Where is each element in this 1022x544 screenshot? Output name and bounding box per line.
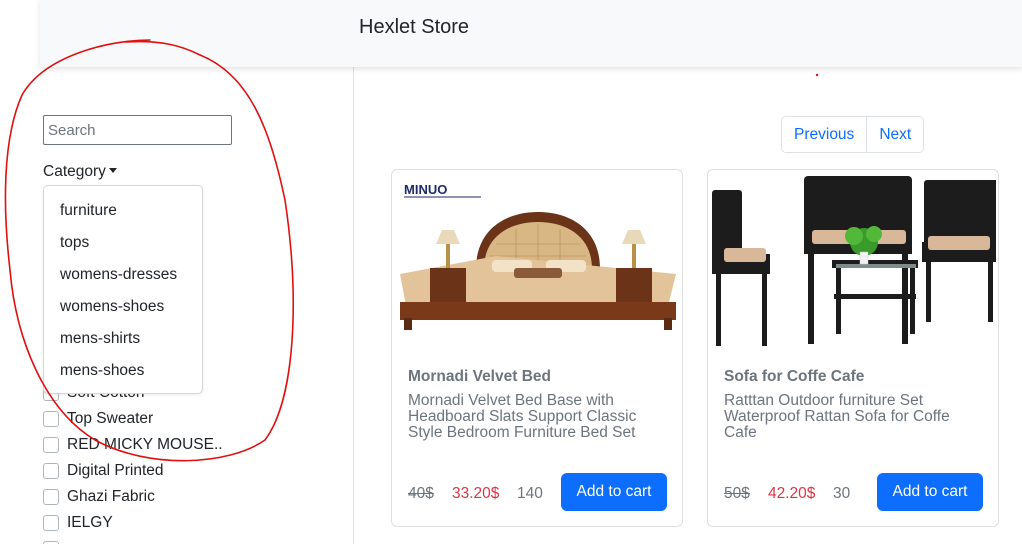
- previous-page-button[interactable]: Previous: [782, 117, 867, 152]
- brand-label-top-sweater: Top Sweater: [67, 410, 154, 427]
- next-page-button[interactable]: Next: [866, 117, 924, 152]
- brand-logo: MINUO: [404, 182, 447, 197]
- product-description: Mornadi Velvet Bed Base with Headboard S…: [408, 392, 637, 441]
- brand-checkbox-row[interactable]: [43, 538, 67, 544]
- search-input[interactable]: [43, 115, 232, 145]
- stock-count: 30: [833, 485, 851, 502]
- checkbox[interactable]: [43, 437, 59, 453]
- product-card: MINUO Mornadi Velvet Bed Mornadi Velvet …: [391, 169, 683, 527]
- old-price: 40$: [408, 485, 434, 502]
- brand-checkbox-row[interactable]: Digital Printed: [43, 460, 164, 482]
- add-to-cart-button[interactable]: Add to cart: [561, 473, 667, 511]
- product-title[interactable]: Sofa for Coffe Cafe: [724, 368, 864, 386]
- brand-label-ielgy: IELGY: [67, 514, 113, 531]
- brand-checkbox-row[interactable]: Ghazi Fabric: [43, 486, 155, 508]
- dropdown-item-tops[interactable]: tops: [60, 234, 89, 252]
- add-to-cart-button[interactable]: Add to cart: [877, 473, 983, 511]
- dropdown-item-mens-shoes[interactable]: mens-shoes: [60, 362, 144, 380]
- brand-checkbox-row[interactable]: IELGY: [43, 512, 113, 534]
- checkbox[interactable]: [43, 489, 59, 505]
- sale-price: 33.20$: [452, 485, 500, 502]
- brand-checkbox-row[interactable]: Top Sweater: [43, 408, 153, 430]
- dropdown-item-womens-dresses[interactable]: womens-dresses: [60, 266, 177, 284]
- dropdown-item-womens-shoes[interactable]: womens-shoes: [60, 298, 164, 316]
- caret-down-icon: [108, 168, 117, 173]
- store-page: Hexlet Store Category Soft Cotton Top Sw…: [0, 0, 1022, 544]
- category-dropdown-toggle[interactable]: Category: [43, 163, 117, 181]
- dropdown-item-mens-shirts[interactable]: mens-shirts: [60, 330, 140, 348]
- brand-label-ghazi-fabric: Ghazi Fabric: [67, 488, 155, 505]
- checkbox[interactable]: [43, 515, 59, 531]
- category-label: Category: [43, 163, 106, 180]
- product-title[interactable]: Mornadi Velvet Bed: [408, 368, 551, 386]
- navbar: Hexlet Store: [40, 0, 1022, 67]
- sale-price: 42.20$: [768, 485, 816, 502]
- store-brand[interactable]: Hexlet Store: [359, 16, 469, 39]
- brand-label-red-micky: RED MICKY MOUSE..: [67, 436, 223, 453]
- checkbox[interactable]: [43, 411, 59, 427]
- old-price: 50$: [724, 485, 750, 502]
- brand-label-digital-printed: Digital Printed: [67, 462, 164, 479]
- rattan-furniture-image: [712, 174, 996, 354]
- category-dropdown-menu: furniture tops womens-dresses womens-sho…: [43, 185, 203, 394]
- checkbox[interactable]: [43, 463, 59, 479]
- product-card: Sofa for Coffe Cafe Ratttan Outdoor furn…: [707, 169, 999, 527]
- bed-product-image: MINUO: [396, 174, 680, 354]
- product-description: Ratttan Outdoor furniture Set Waterproof…: [724, 392, 950, 441]
- pagination: Previous Next: [781, 116, 925, 153]
- dropdown-item-furniture[interactable]: furniture: [60, 202, 117, 220]
- brand-checkbox-row[interactable]: RED MICKY MOUSE..: [43, 434, 223, 456]
- stock-count: 140: [517, 485, 543, 502]
